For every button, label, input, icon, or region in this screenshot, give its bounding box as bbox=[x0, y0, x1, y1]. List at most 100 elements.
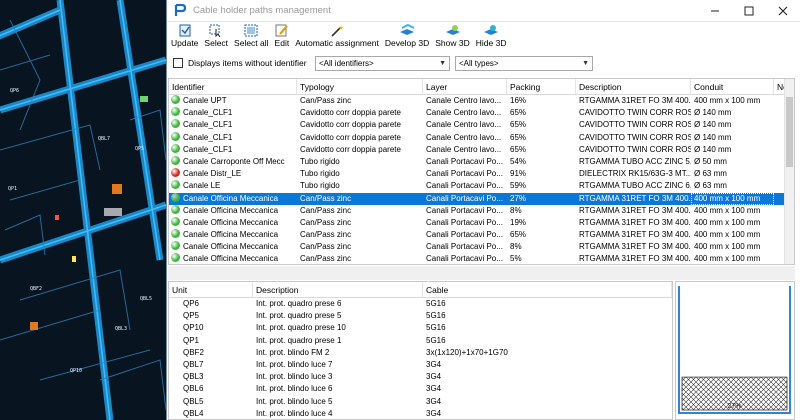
table-row[interactable]: Canale UPT Can/Pass zinc Canale Centro lav… bbox=[169, 95, 794, 107]
identifier-text: Canale Officina Meccanica bbox=[183, 254, 279, 264]
cable-row[interactable]: QBF2 Int. prot. blindo FM 2 3x(1x120)+1x70… bbox=[169, 347, 672, 359]
cell-unit: QBF2 bbox=[183, 347, 204, 357]
scrollbar-thumb[interactable] bbox=[786, 97, 793, 167]
cell-identifier: Canale Officina Meccanica bbox=[169, 253, 297, 264]
status-green-icon bbox=[171, 95, 180, 104]
table-row[interactable]: Canale Distr_LE Tubo rigido Canali Portaca… bbox=[169, 168, 794, 180]
column-header-typology[interactable]: Typology bbox=[297, 79, 423, 94]
table-row[interactable]: Canale_CLF1 Cavidotto corr doppia parete C… bbox=[169, 107, 794, 119]
title-bar[interactable]: Cable holder paths management bbox=[167, 0, 800, 22]
cable-row[interactable]: QBL4 Int. prot. blindo luce 4 3G4 bbox=[169, 408, 672, 419]
cell-typology: Cavidotto corr doppia parete bbox=[300, 120, 401, 130]
cell-typology: Cavidotto corr doppia parete bbox=[300, 132, 401, 142]
cable-row[interactable]: QP6 Int. prot. quadro prese 6 5G16 bbox=[169, 298, 672, 310]
cell-conduit: Ø 140 mm bbox=[694, 120, 732, 130]
automatic-assignment-button[interactable]: Automatic assignment bbox=[292, 22, 382, 49]
cell-conduit: Ø 140 mm bbox=[694, 108, 732, 118]
toolbar: Update Select Select all Edit Automatic … bbox=[167, 22, 800, 49]
select-button[interactable]: Select bbox=[201, 22, 231, 49]
table-row[interactable]: Canale Officina Meccanica Can/Pass zinc Ca… bbox=[169, 204, 794, 217]
status-green-icon bbox=[171, 107, 180, 117]
cell-packing: 8% bbox=[510, 242, 522, 252]
vertical-scrollbar[interactable] bbox=[784, 79, 794, 264]
types-dropdown[interactable]: <All types> ▼ bbox=[455, 55, 593, 71]
cable-row[interactable]: QP5 Int. prot. quadro prese 5 5G16 bbox=[169, 310, 672, 322]
develop-3d-button[interactable]: Develop 3D bbox=[382, 22, 432, 49]
update-button[interactable]: Update bbox=[168, 22, 201, 49]
table-row[interactable]: Canale LE Tubo rigido Canali Portacavi Po.… bbox=[169, 180, 794, 192]
cell-cable: 3G4 bbox=[426, 396, 442, 406]
column-header-packing[interactable]: Packing bbox=[507, 79, 576, 94]
table-row[interactable]: Canale Officina Meccanica Can/Pass zinc Ca… bbox=[169, 192, 794, 205]
table-row[interactable]: Canale Officina Meccanica Can/Pass zinc Ca… bbox=[169, 216, 794, 229]
column-header-cable-description[interactable]: Description bbox=[253, 282, 423, 297]
cell-identifier: Canale Officina Meccanica bbox=[169, 216, 297, 229]
column-header-cable[interactable]: Cable bbox=[423, 282, 672, 297]
window-title: Cable holder paths management bbox=[193, 5, 331, 16]
displays-without-identifier-checkbox[interactable] bbox=[173, 58, 183, 68]
table-row[interactable]: Canale_CLF1 Cavidotto corr doppia parete C… bbox=[169, 143, 794, 156]
cell-conduit: Ø 140 mm bbox=[694, 132, 732, 142]
cable-row[interactable]: QBL7 Int. prot. blindo luce 7 3G4 bbox=[169, 359, 672, 371]
cell-identifier: Canale Officina Meccanica bbox=[169, 204, 297, 217]
section-diagram: 27% bbox=[678, 286, 791, 414]
cell-packing: 16% bbox=[510, 96, 527, 105]
close-icon[interactable] bbox=[766, 0, 800, 22]
cable-row[interactable]: QBL3 Int. prot. blindo luce 3 3G4 bbox=[169, 371, 672, 383]
cable-row[interactable]: QP1 Int. prot. quadro prese 1 5G16 bbox=[169, 335, 672, 347]
cell-conduit: Ø 63 mm bbox=[694, 169, 727, 179]
identifier-text: Canale_CLF1 bbox=[183, 144, 233, 154]
select-all-icon bbox=[244, 24, 258, 37]
svg-text:QBL7: QBL7 bbox=[98, 136, 110, 142]
column-header-identifier[interactable]: Identifier bbox=[169, 79, 297, 94]
status-red-icon bbox=[171, 168, 180, 178]
cell-description: Int. prot. blindo FM 2 bbox=[256, 347, 330, 357]
table-row[interactable]: Canale Officina Meccanica Can/Pass zinc Ca… bbox=[169, 253, 794, 264]
cell-conduit: 400 mm x 100 mm bbox=[691, 192, 774, 205]
cell-cable: 5G16 bbox=[426, 299, 446, 308]
status-green-icon bbox=[171, 155, 180, 165]
cable-row[interactable]: QBL6 Int. prot. blindo luce 6 3G4 bbox=[169, 383, 672, 395]
column-header-layer[interactable]: Layer bbox=[423, 79, 507, 94]
cell-description: CAVIDOTTO TWIN CORR ROSSO... bbox=[579, 132, 691, 142]
cables-table[interactable]: Unit Description Cable QP6 Int. prot. qua… bbox=[168, 281, 673, 420]
cell-packing: 59% bbox=[510, 181, 527, 191]
cell-description: Int. prot. blindo luce 6 bbox=[256, 384, 333, 394]
table-row[interactable]: Canale Carroponte Off Mecc Tubo rigido Can… bbox=[169, 155, 794, 168]
column-header-conduit[interactable]: Conduit bbox=[691, 79, 774, 94]
cable-row[interactable]: QBL5 Int. prot. blindo luce 5 3G4 bbox=[169, 396, 672, 408]
cell-cable: 5G16 bbox=[426, 311, 446, 321]
table-row[interactable]: Canale_CLF1 Cavidotto corr doppia parete C… bbox=[169, 119, 794, 131]
cable-holders-table[interactable]: Identifier Typology Layer Packing Descri… bbox=[168, 78, 795, 265]
status-green-icon bbox=[171, 192, 180, 202]
cable-row[interactable]: QP10 Int. prot. quadro prese 10 5G16 bbox=[169, 322, 672, 334]
identifier-text: Canale Officina Meccanica bbox=[183, 230, 279, 240]
status-green-icon bbox=[171, 131, 180, 141]
cell-unit: QBL5 bbox=[183, 396, 204, 406]
hide-3d-label: Hide 3D bbox=[475, 38, 507, 48]
cell-description: RTGAMMA 31RET FO 3M 400... bbox=[579, 217, 691, 227]
select-all-button[interactable]: Select all bbox=[231, 22, 272, 49]
table-row[interactable]: Canale Officina Meccanica Can/Pass zinc Ca… bbox=[169, 241, 794, 253]
table-row[interactable]: Canale_CLF1 Cavidotto corr doppia parete C… bbox=[169, 131, 794, 144]
svg-text:QBL5: QBL5 bbox=[140, 296, 152, 302]
filter-bar: Displays items without identifier <All i… bbox=[167, 49, 800, 77]
minimize-icon[interactable] bbox=[698, 0, 732, 22]
cell-description: RTGAMMA 31RET FO 3M 400... bbox=[579, 205, 691, 215]
identifiers-dropdown[interactable]: <All identifiers> ▼ bbox=[315, 55, 450, 71]
column-header-description[interactable]: Description bbox=[576, 79, 691, 94]
hide-3d-icon bbox=[484, 25, 499, 35]
types-dropdown-value: <All types> bbox=[459, 58, 499, 68]
column-header-unit[interactable]: Unit bbox=[169, 282, 253, 297]
maximize-icon[interactable] bbox=[732, 0, 766, 22]
cell-unit: QP1 bbox=[183, 335, 200, 345]
panel-splitter[interactable] bbox=[168, 266, 795, 280]
cables-table-header: Unit Description Cable bbox=[169, 282, 672, 298]
table-row[interactable]: Canale Officina Meccanica Can/Pass zinc Ca… bbox=[169, 229, 794, 241]
cell-identifier: Canale LE bbox=[169, 180, 297, 192]
hide-3d-button[interactable]: Hide 3D bbox=[473, 22, 510, 49]
edit-button[interactable]: Edit bbox=[272, 22, 293, 49]
svg-text:QP1: QP1 bbox=[8, 186, 17, 192]
cad-drawing-viewport[interactable]: QP6 QBL7 QP5 QBF2 QBL3 QP10 QBL5 QP1 bbox=[0, 0, 166, 420]
show-3d-button[interactable]: Show 3D bbox=[432, 22, 473, 49]
